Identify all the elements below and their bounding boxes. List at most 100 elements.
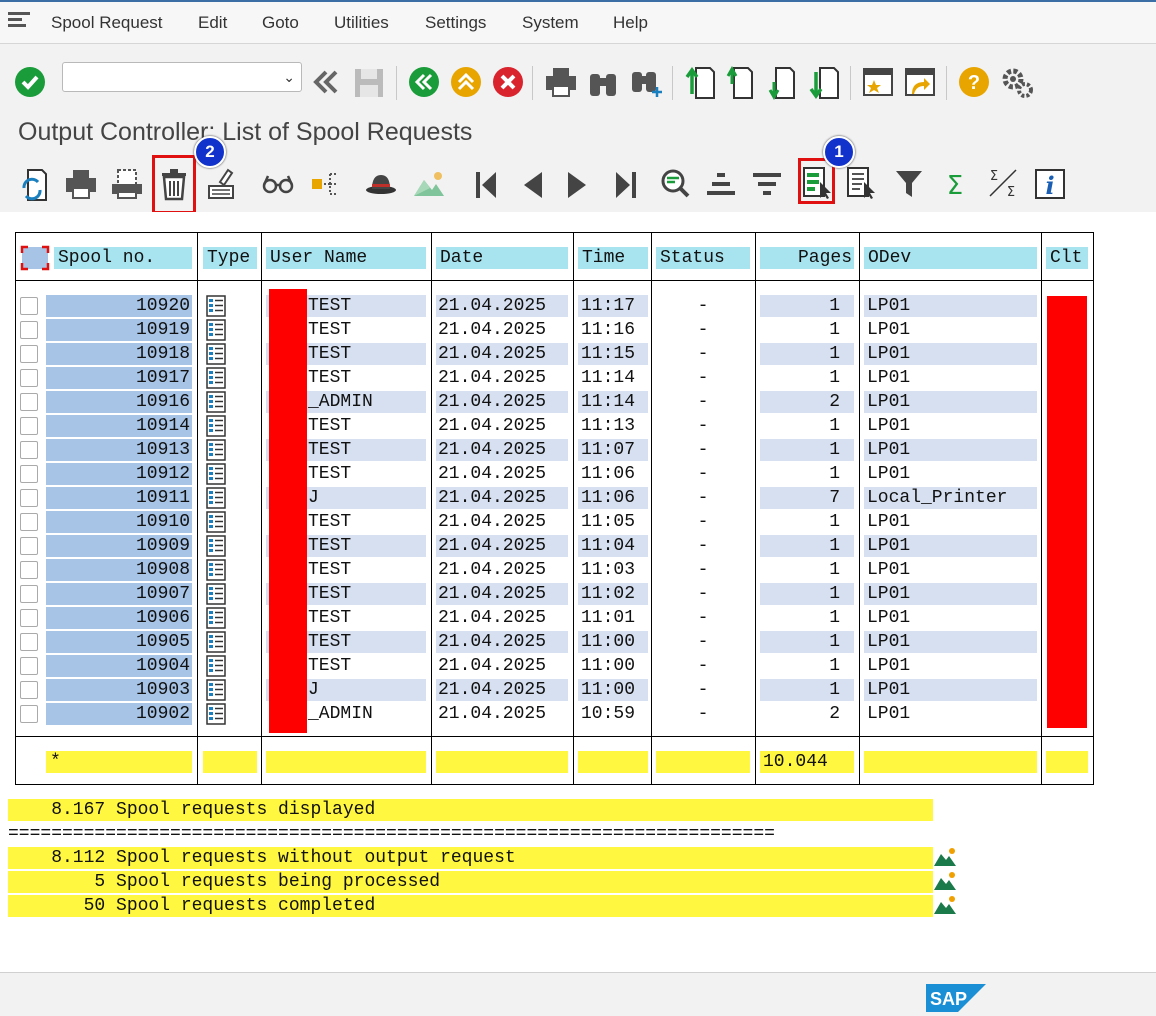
status-graphic-icon[interactable] [934,872,956,890]
menu-icon[interactable] [8,12,30,28]
menu-goto[interactable]: Goto [262,13,299,33]
sort-descending-icon[interactable] [752,170,782,198]
list-document-icon[interactable] [206,583,226,605]
help-icon[interactable]: ? [958,66,990,98]
list-document-icon[interactable] [206,415,226,437]
col-header-time[interactable]: Time [578,247,648,269]
find-icon[interactable] [588,66,618,98]
print-icon[interactable] [544,66,578,98]
hat-icon[interactable] [364,172,398,196]
first-page-nav-icon[interactable] [474,170,498,200]
spool-number-cell[interactable]: 10919 [46,319,192,341]
spool-number-cell[interactable]: 10902 [46,703,192,725]
back-icon[interactable] [312,68,340,96]
new-session-icon[interactable] [862,66,894,98]
list-document-icon[interactable] [206,295,226,317]
print-attributes-icon[interactable] [110,168,144,200]
next-page-icon[interactable] [768,66,800,100]
spool-number-cell[interactable]: 10912 [46,463,192,485]
row-checkbox[interactable] [20,441,38,459]
menu-system[interactable]: System [522,13,579,33]
list-document-icon[interactable] [206,487,226,509]
col-header-odev[interactable]: ODev [864,247,1037,269]
spool-number-cell[interactable]: 10918 [46,343,192,365]
last-page-nav-icon[interactable] [614,170,638,200]
spool-number-cell[interactable]: 10903 [46,679,192,701]
row-checkbox[interactable] [20,321,38,339]
row-checkbox[interactable] [20,633,38,651]
menu-settings[interactable]: Settings [425,13,486,33]
list-document-icon[interactable] [206,511,226,533]
chevron-down-icon[interactable]: ⌄ [283,69,295,86]
spool-number-cell[interactable]: 10917 [46,367,192,389]
row-checkbox[interactable] [20,465,38,483]
spool-number-cell[interactable]: 10904 [46,655,192,677]
list-document-icon[interactable] [206,679,226,701]
spool-number-cell[interactable]: 10907 [46,583,192,605]
row-checkbox[interactable] [20,681,38,699]
command-field[interactable]: ⌄ [62,62,302,92]
edit-icon[interactable] [206,168,236,202]
delete-icon[interactable] [159,168,189,202]
next-page-nav-icon[interactable] [566,170,590,200]
spool-number-cell[interactable]: 10910 [46,511,192,533]
row-checkbox[interactable] [20,537,38,555]
sum-icon[interactable]: Σ [942,168,968,200]
up-icon[interactable] [450,66,482,98]
display-contents-icon[interactable] [262,172,294,196]
first-page-icon[interactable] [684,66,716,100]
info-icon[interactable]: i [1034,168,1066,200]
prev-page-icon[interactable] [726,66,758,100]
list-document-icon[interactable] [206,343,226,365]
row-checkbox[interactable] [20,561,38,579]
graphics-icon[interactable] [412,170,446,198]
status-graphic-icon[interactable] [934,848,956,866]
choose-layout-icon[interactable] [802,166,832,200]
prev-page-nav-icon[interactable] [520,170,544,200]
menu-edit[interactable]: Edit [198,13,227,33]
col-header-user-name[interactable]: User Name [266,247,426,269]
status-graphic-icon[interactable] [934,896,956,914]
spool-number-cell[interactable]: 10909 [46,535,192,557]
menu-help[interactable]: Help [613,13,648,33]
col-header-clt[interactable]: Clt [1046,247,1088,269]
list-document-icon[interactable] [206,535,226,557]
col-header-status[interactable]: Status [656,247,750,269]
row-checkbox[interactable] [20,417,38,435]
display-overview-icon[interactable] [310,170,342,198]
row-checkbox[interactable] [20,345,38,363]
subtotal-icon[interactable]: ΣΣ [986,166,1020,200]
shortcut-icon[interactable] [904,66,936,98]
enter-check-icon[interactable] [14,66,46,98]
row-checkbox[interactable] [20,393,38,411]
select-all-icon[interactable] [20,245,50,271]
row-checkbox[interactable] [20,705,38,723]
row-checkbox[interactable] [20,489,38,507]
col-header-pages[interactable]: Pages [760,247,854,269]
spool-number-cell[interactable]: 10916 [46,391,192,413]
save-icon[interactable] [352,66,386,100]
menu-spool-request[interactable]: Spool Request [51,13,163,33]
list-document-icon[interactable] [206,631,226,653]
row-checkbox[interactable] [20,609,38,627]
row-checkbox[interactable] [20,369,38,387]
select-layout-icon[interactable] [846,166,876,200]
row-checkbox[interactable] [20,297,38,315]
col-header-type[interactable]: Type [203,247,257,269]
spool-number-cell[interactable]: 10905 [46,631,192,653]
list-document-icon[interactable] [206,463,226,485]
exit-icon[interactable] [408,66,440,98]
spool-number-cell[interactable]: 10908 [46,559,192,581]
list-document-icon[interactable] [206,559,226,581]
menu-utilities[interactable]: Utilities [334,13,389,33]
find-in-list-icon[interactable] [660,168,690,200]
list-document-icon[interactable] [206,439,226,461]
list-document-icon[interactable] [206,319,226,341]
list-document-icon[interactable] [206,703,226,725]
col-header-date[interactable]: Date [436,247,568,269]
customize-icon[interactable] [1000,66,1034,100]
list-document-icon[interactable] [206,391,226,413]
sort-ascending-icon[interactable] [706,170,736,198]
spool-number-cell[interactable]: 10913 [46,439,192,461]
spool-number-cell[interactable]: 10914 [46,415,192,437]
